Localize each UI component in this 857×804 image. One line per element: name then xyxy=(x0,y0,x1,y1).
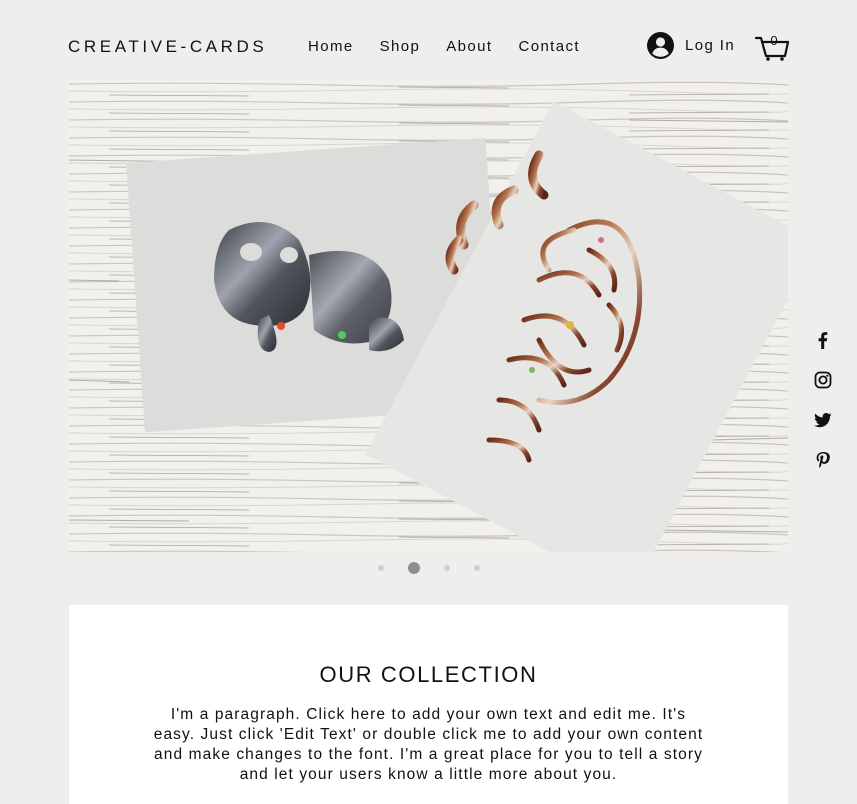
user-avatar-icon xyxy=(647,32,674,59)
site-logo[interactable]: CREATIVE-CARDS xyxy=(68,37,267,57)
collection-title: OUR COLLECTION xyxy=(319,662,538,687)
login-label: Log In xyxy=(685,37,736,54)
main-nav: Home Shop About Contact xyxy=(308,38,606,55)
login-button[interactable]: Log In xyxy=(647,32,735,59)
slide-dot-3[interactable] xyxy=(444,565,450,571)
collection-paragraph: I'm a paragraph. Click here to add your … xyxy=(153,706,704,783)
nav-shop[interactable]: Shop xyxy=(380,38,421,55)
page: CREATIVE-CARDS Home Shop About Contact L… xyxy=(0,0,857,804)
slide-dot-2[interactable] xyxy=(408,562,420,574)
pinterest-icon[interactable] xyxy=(814,451,832,469)
slide-dot-4[interactable] xyxy=(474,565,480,571)
facebook-icon[interactable] xyxy=(814,331,832,349)
slideshow-dots xyxy=(378,562,504,574)
hero-image xyxy=(69,80,788,552)
twitter-icon[interactable] xyxy=(814,411,832,429)
social-bar xyxy=(814,331,832,491)
nav-about[interactable]: About xyxy=(446,38,492,55)
nav-contact[interactable]: Contact xyxy=(518,38,580,55)
slide-dot-1[interactable] xyxy=(378,565,384,571)
instagram-icon[interactable] xyxy=(814,371,832,389)
nav-home[interactable]: Home xyxy=(308,38,354,55)
cart-count: 0 xyxy=(770,33,778,48)
collection-section: OUR COLLECTION I'm a paragraph. Click he… xyxy=(69,605,788,804)
cart-button[interactable]: 0 xyxy=(754,30,790,62)
hero-slideshow[interactable] xyxy=(69,80,788,552)
